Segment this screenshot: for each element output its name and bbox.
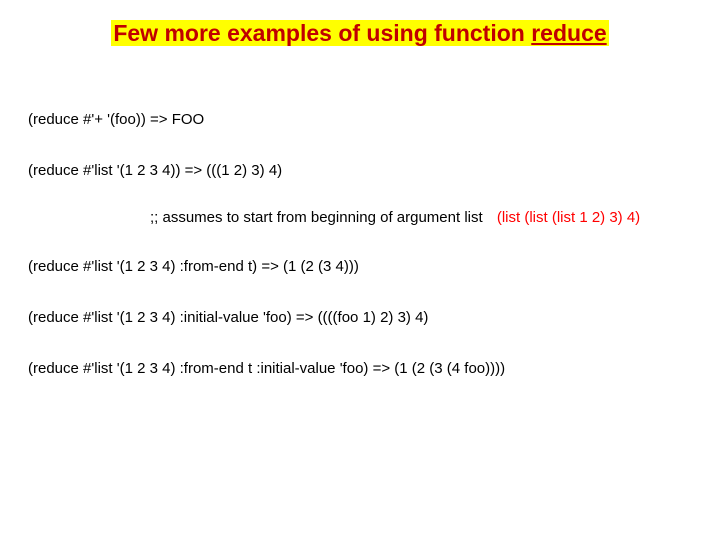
comment-expansion: (list (list (list 1 2) 3) 4)	[497, 209, 640, 226]
code-line-1: (reduce #'+ '(foo)) => FOO	[28, 109, 692, 130]
comment-text: ;; assumes to start from beginning of ar…	[150, 209, 483, 226]
code-line-2: (reduce #'list '(1 2 3 4)) => (((1 2) 3)…	[28, 160, 692, 181]
code-line-3: (reduce #'list '(1 2 3 4) :from-end t) =…	[28, 256, 692, 277]
content-area: (reduce #'+ '(foo)) => FOO (reduce #'lis…	[0, 49, 720, 379]
comment-line: ;; assumes to start from beginning of ar…	[28, 209, 692, 226]
code-line-5: (reduce #'list '(1 2 3 4) :from-end t :i…	[28, 358, 692, 379]
slide-title: Few more examples of using function redu…	[111, 20, 608, 46]
slide-title-wrap: Few more examples of using function redu…	[0, 0, 720, 49]
title-underlined: reduce	[531, 20, 606, 46]
title-prefix: Few more examples of using function	[113, 20, 531, 46]
code-line-4: (reduce #'list '(1 2 3 4) :initial-value…	[28, 307, 692, 328]
